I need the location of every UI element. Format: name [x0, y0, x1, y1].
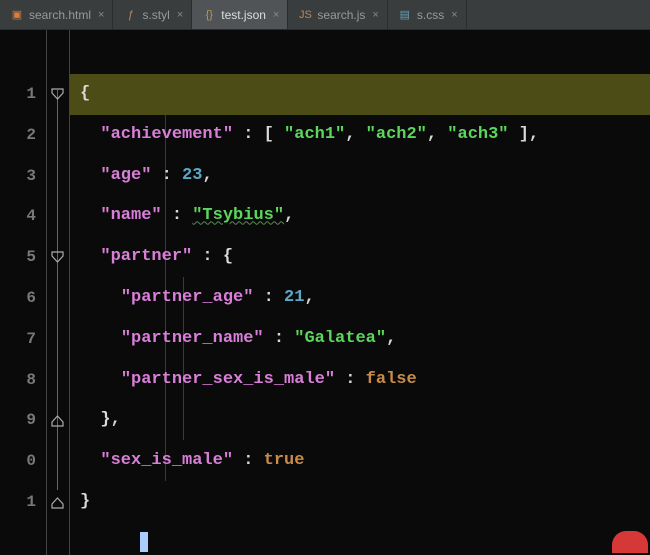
tab-label: search.js [317, 8, 365, 22]
tab-label: s.styl [142, 8, 169, 22]
line-number: 8 [0, 360, 36, 401]
code-line[interactable]: "name" : "Tsybius", [70, 196, 650, 237]
close-icon[interactable]: × [451, 9, 457, 21]
editor-area[interactable]: 1 2 3 4 5 6 7 8 9 0 1 { "achievement" : … [0, 30, 650, 555]
close-icon[interactable]: × [177, 9, 183, 21]
code-line[interactable]: { [70, 74, 650, 115]
close-icon[interactable]: × [98, 9, 104, 21]
fold-end-icon[interactable] [51, 414, 64, 427]
tab-bar: ▣ search.html × ƒ s.styl × {} test.json … [0, 0, 650, 30]
fold-gutter [46, 30, 70, 555]
line-number: 3 [0, 156, 36, 197]
code-line[interactable]: "partner_name" : "Galatea", [70, 319, 650, 360]
corner-badge [612, 531, 648, 553]
close-icon[interactable]: × [273, 9, 279, 21]
code-line[interactable]: "partner_sex_is_male" : false [70, 360, 650, 401]
code-line[interactable]: "achievement" : [ "ach1", "ach2", "ach3"… [70, 115, 650, 156]
code-line[interactable]: }, [70, 400, 650, 441]
line-number: 4 [0, 196, 36, 237]
cursor-caret [140, 532, 148, 552]
line-number: 0 [0, 441, 36, 482]
fold-toggle-icon[interactable] [51, 251, 64, 264]
line-number-gutter: 1 2 3 4 5 6 7 8 9 0 1 [0, 30, 46, 555]
tab-label: test.json [221, 8, 266, 22]
code-line[interactable]: "sex_is_male" : true [70, 441, 650, 482]
line-number: 5 [0, 237, 36, 278]
tab-s-styl[interactable]: ƒ s.styl × [113, 0, 192, 29]
code-line[interactable]: "partner_age" : 21, [70, 278, 650, 319]
tab-test-json[interactable]: {} test.json × [192, 0, 288, 29]
css-file-icon: ▤ [398, 8, 412, 21]
tab-search-js[interactable]: JS search.js × [288, 0, 387, 29]
js-file-icon: JS [298, 9, 312, 21]
html-file-icon: ▣ [10, 8, 24, 21]
close-icon[interactable]: × [372, 9, 378, 21]
line-number: 9 [0, 400, 36, 441]
line-number: 7 [0, 319, 36, 360]
code-line[interactable]: "partner" : { [70, 237, 650, 278]
tab-label: s.css [417, 8, 444, 22]
code-content[interactable]: { "achievement" : [ "ach1", "ach2", "ach… [70, 30, 650, 555]
json-file-icon: {} [202, 9, 216, 21]
line-number: 1 [0, 482, 36, 523]
stylus-file-icon: ƒ [123, 9, 137, 21]
line-number: 1 [0, 74, 36, 115]
line-number: 6 [0, 278, 36, 319]
tab-s-css[interactable]: ▤ s.css × [388, 0, 467, 29]
code-line[interactable]: "age" : 23, [70, 156, 650, 197]
tab-label: search.html [29, 8, 91, 22]
line-number: 2 [0, 115, 36, 156]
tab-search-html[interactable]: ▣ search.html × [0, 0, 113, 29]
fold-toggle-icon[interactable] [51, 88, 64, 101]
code-line[interactable]: } [70, 482, 650, 523]
fold-end-icon[interactable] [51, 496, 64, 509]
